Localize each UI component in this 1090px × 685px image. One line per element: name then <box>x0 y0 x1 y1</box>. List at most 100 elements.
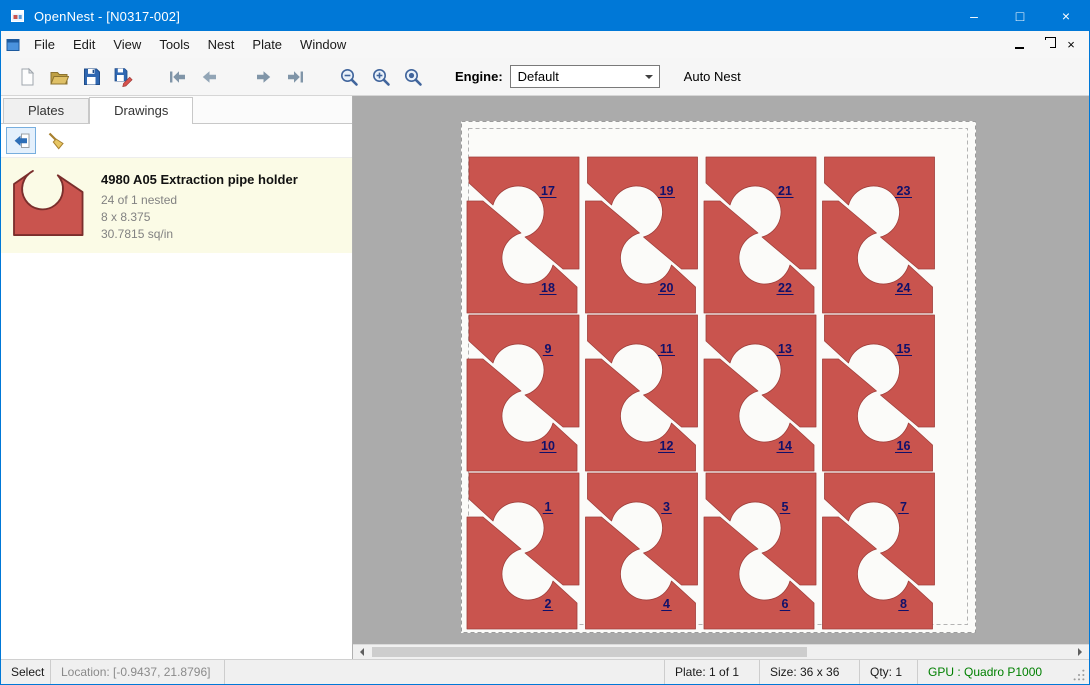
minimize-icon <box>1015 47 1024 49</box>
zoom-out-icon <box>339 67 359 87</box>
import-arrow-icon <box>12 132 31 150</box>
save-button[interactable] <box>75 62 107 92</box>
status-bar: Select Location: [-0.9437, 21.8796] Plat… <box>1 659 1089 684</box>
menu-plate[interactable]: Plate <box>243 31 291 58</box>
drawing-list-item[interactable]: 4980 A05 Extraction pipe holder 24 of 1 … <box>1 158 352 253</box>
part-number-5: 5 <box>782 500 789 514</box>
menu-view[interactable]: View <box>104 31 150 58</box>
auto-nest-button[interactable]: Auto Nest <box>684 69 741 84</box>
status-location: Location: [-0.9437, 21.8796] <box>51 660 225 684</box>
nest-canvas[interactable]: 171819202122232491011121314151612345678 <box>353 96 1089 659</box>
main-toolbar: Engine: Default Auto Nest <box>1 58 1089 96</box>
part-number-3: 3 <box>663 500 670 514</box>
import-drawing-button[interactable] <box>6 127 36 154</box>
save-as-button[interactable] <box>107 62 139 92</box>
left-panel: Plates Drawings <box>1 96 353 659</box>
document-icon <box>5 37 21 53</box>
save-icon <box>82 67 101 86</box>
zoom-out-button[interactable] <box>333 62 365 92</box>
grip-dots-icon <box>1072 668 1086 682</box>
scroll-right-button[interactable] <box>1072 645 1089 659</box>
part-number-15: 15 <box>897 342 911 356</box>
resize-grip[interactable] <box>1069 660 1089 684</box>
scrollbar-track[interactable] <box>370 645 1072 659</box>
close-button[interactable]: × <box>1043 1 1089 31</box>
last-plate-button[interactable] <box>279 62 311 92</box>
tab-strip: Plates Drawings <box>1 96 352 124</box>
next-plate-button[interactable] <box>247 62 279 92</box>
part-number-9: 9 <box>545 342 552 356</box>
open-folder-icon <box>49 68 69 86</box>
last-arrow-icon <box>286 68 305 86</box>
status-plate: Plate: 1 of 1 <box>664 660 759 684</box>
part-number-4: 4 <box>663 597 670 611</box>
drawing-title: 4980 A05 Extraction pipe holder <box>101 172 298 187</box>
status-qty: Qty: 1 <box>859 660 917 684</box>
broom-icon <box>46 131 66 151</box>
zoom-in-button[interactable] <box>365 62 397 92</box>
engine-selected-value: Default <box>518 69 559 84</box>
mdi-minimize-button[interactable] <box>1009 36 1029 54</box>
arrow-right-icon <box>1078 648 1086 656</box>
part-number-16: 16 <box>897 439 911 453</box>
plate: 171819202122232491011121314151612345678 <box>461 121 976 638</box>
next-arrow-icon <box>254 68 273 86</box>
new-button[interactable] <box>11 62 43 92</box>
part-number-7: 7 <box>900 500 907 514</box>
part-number-17: 17 <box>541 184 555 198</box>
part-number-14: 14 <box>778 439 792 453</box>
part-number-6: 6 <box>782 597 789 611</box>
part-number-23: 23 <box>897 184 911 198</box>
menu-edit[interactable]: Edit <box>64 31 104 58</box>
title-bar: OpenNest - [N0317-002] – □ × <box>1 1 1089 31</box>
mdi-restore-button[interactable] <box>1035 36 1055 54</box>
zoom-fit-button[interactable] <box>397 62 429 92</box>
open-button[interactable] <box>43 62 75 92</box>
engine-select[interactable]: Default <box>510 65 660 88</box>
part-number-24: 24 <box>897 281 911 295</box>
zoom-in-icon <box>371 67 391 87</box>
menu-nest[interactable]: Nest <box>199 31 244 58</box>
menu-bar: File Edit View Tools Nest Plate Window × <box>1 31 1089 58</box>
drawings-toolbar <box>1 124 352 158</box>
scrollbar-thumb[interactable] <box>372 647 807 657</box>
clear-drawings-button[interactable] <box>41 127 71 154</box>
part-number-19: 19 <box>660 184 674 198</box>
mdi-document-icon[interactable] <box>1 31 25 58</box>
new-document-icon <box>18 67 37 87</box>
zoom-fit-icon <box>403 67 423 87</box>
previous-plate-button[interactable] <box>193 62 225 92</box>
tab-drawings[interactable]: Drawings <box>89 97 193 124</box>
chevron-down-icon <box>645 75 653 83</box>
drawing-nested-count: 24 of 1 nested <box>101 193 298 207</box>
tab-plates[interactable]: Plates <box>3 98 89 123</box>
status-mode: Select <box>1 660 51 684</box>
minimize-button[interactable]: – <box>951 1 997 31</box>
window-title: OpenNest - [N0317-002] <box>34 9 180 24</box>
horizontal-scrollbar[interactable] <box>353 644 1089 659</box>
arrow-left-icon <box>356 648 364 656</box>
drawing-size: 8 x 8.375 <box>101 210 298 224</box>
part-thumbnail <box>9 168 89 238</box>
menu-file[interactable]: File <box>25 31 64 58</box>
menu-window[interactable]: Window <box>291 31 355 58</box>
restore-icon <box>1041 40 1050 49</box>
part-number-11: 11 <box>660 342 673 356</box>
app-window: OpenNest - [N0317-002] – □ × File Edit V… <box>0 0 1090 685</box>
mdi-close-button[interactable]: × <box>1061 36 1081 54</box>
first-arrow-icon <box>168 68 187 86</box>
part-number-2: 2 <box>545 597 552 611</box>
drawing-area: 30.7815 sq/in <box>101 227 298 241</box>
part-number-21: 21 <box>778 184 792 198</box>
part-number-18: 18 <box>541 281 555 295</box>
status-gpu: GPU : Quadro P1000 <box>917 660 1069 684</box>
status-size: Size: 36 x 36 <box>759 660 859 684</box>
part-number-22: 22 <box>778 281 792 295</box>
scroll-left-button[interactable] <box>353 645 370 659</box>
maximize-button[interactable]: □ <box>997 1 1043 31</box>
menu-tools[interactable]: Tools <box>150 31 198 58</box>
part-number-20: 20 <box>660 281 674 295</box>
save-edit-icon <box>113 67 133 87</box>
engine-label: Engine: <box>455 69 503 84</box>
first-plate-button[interactable] <box>161 62 193 92</box>
